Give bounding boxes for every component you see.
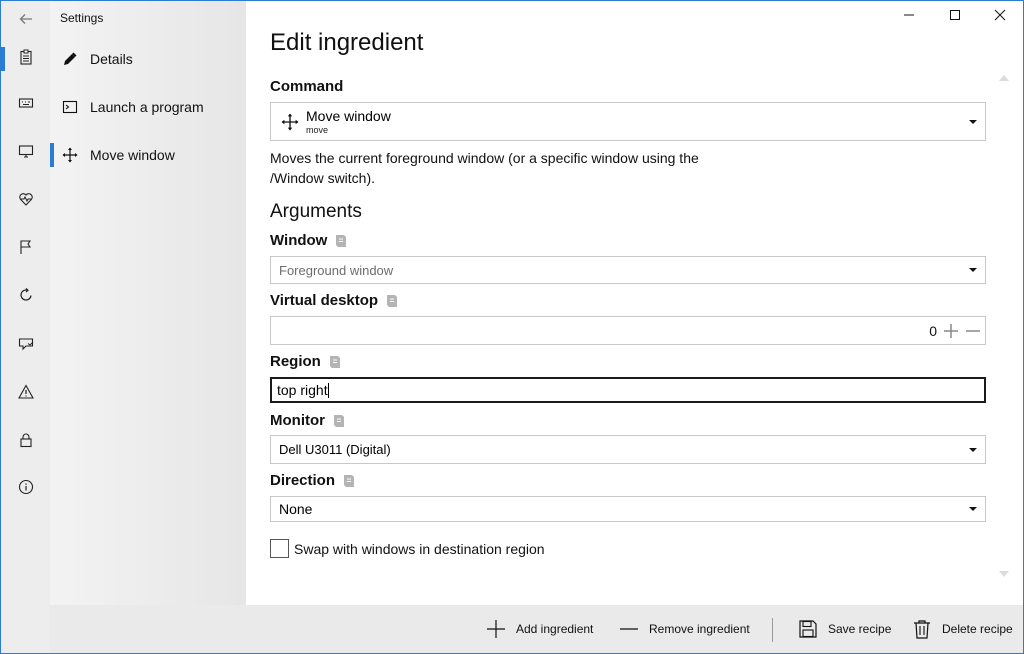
text-caret (327, 382, 329, 398)
add-ingredient-button[interactable]: Add ingredient (484, 605, 593, 653)
settings-window: Settings Details Launch a program Move w… (0, 0, 1024, 654)
region-input[interactable]: top right (270, 377, 986, 403)
save-recipe-button[interactable]: Save recipe (796, 605, 891, 653)
remove-ingredient-label: Remove ingredient (649, 622, 750, 636)
chevron-down-icon (969, 506, 977, 512)
rail-item-warning[interactable] (1, 374, 50, 414)
direction-label-text: Direction (270, 472, 336, 489)
heart-pulse-icon (18, 191, 34, 212)
monitor-dropdown[interactable]: Dell U3011 (Digital) (270, 435, 986, 464)
command-dropdown[interactable]: Move window move (270, 102, 986, 141)
command-label: Command (270, 78, 343, 95)
nav-item-launch-program[interactable]: Launch a program (50, 89, 246, 125)
monitor-label-text: Monitor (270, 412, 325, 429)
plus-icon[interactable] (943, 323, 959, 339)
chevron-down-icon (969, 447, 977, 453)
direction-value: None (279, 501, 313, 517)
move-icon (50, 147, 90, 163)
region-value: top right (277, 382, 328, 398)
nav-item-move-window[interactable]: Move window (50, 137, 246, 173)
warning-icon (17, 383, 34, 405)
virtual-desktop-value: 0 (929, 323, 937, 339)
terminal-icon (50, 99, 90, 115)
refresh-icon (18, 287, 34, 308)
command-value: Move window (306, 107, 391, 124)
trash-icon (910, 617, 934, 641)
command-subtext: move (306, 124, 329, 135)
rail-item-keyboard[interactable] (1, 85, 50, 125)
page-title: Edit ingredient (270, 29, 424, 56)
rail-item-clipboard[interactable] (1, 39, 50, 79)
content-pane: Edit ingredient Command Move window move… (246, 1, 1023, 605)
arguments-title: Arguments (270, 201, 362, 222)
rail-item-info[interactable] (1, 469, 50, 509)
command-bar: Add ingredient Remove ingredient Save re… (50, 605, 1023, 653)
command-label-text: Command (270, 78, 344, 95)
command-separator (772, 618, 773, 642)
nav-item-label: Move window (90, 147, 175, 163)
direction-label: Direction (270, 472, 357, 489)
rail-item-monitor[interactable] (1, 133, 50, 173)
clipboard-icon (18, 49, 34, 70)
minus-icon (617, 617, 641, 641)
scroll-down-button[interactable] (999, 571, 1009, 577)
delete-recipe-label: Delete recipe (942, 622, 1013, 636)
help-book-icon[interactable] (386, 294, 400, 308)
move-icon (281, 113, 299, 131)
rail-item-lock[interactable] (1, 422, 50, 462)
remove-ingredient-button[interactable]: Remove ingredient (617, 605, 750, 653)
monitor-label: Monitor (270, 412, 347, 429)
shield-chat-icon (18, 336, 34, 357)
plus-icon (484, 617, 508, 641)
save-recipe-label: Save recipe (828, 622, 892, 636)
nav-pane: Settings Details Launch a program Move w… (50, 1, 246, 605)
window-dropdown[interactable]: Foreground window (270, 256, 986, 284)
region-label: Region (270, 353, 343, 370)
chevron-down-icon (969, 119, 977, 125)
region-label-text: Region (270, 353, 321, 370)
nav-item-details[interactable]: Details (50, 41, 246, 77)
delete-recipe-button[interactable]: Delete recipe (910, 605, 1013, 653)
direction-dropdown[interactable]: None (270, 496, 986, 522)
swap-checkbox-label[interactable]: Swap with windows in destination region (294, 541, 545, 557)
virtual-desktop-stepper[interactable]: 0 (270, 316, 986, 345)
app-title: Settings (60, 11, 104, 25)
monitor-value: Dell U3011 (Digital) (279, 442, 391, 457)
window-label: Window (270, 232, 349, 249)
chevron-up-icon (999, 75, 1009, 81)
help-book-icon[interactable] (335, 234, 349, 248)
add-ingredient-label: Add ingredient (516, 622, 594, 636)
swap-checkbox[interactable] (270, 539, 289, 558)
icon-rail (1, 1, 50, 653)
help-book-icon[interactable] (329, 355, 343, 369)
info-icon (18, 479, 34, 500)
pen-icon (50, 51, 90, 67)
flag-icon (18, 239, 34, 260)
back-arrow-icon (18, 11, 34, 32)
help-book-icon[interactable] (333, 414, 347, 428)
back-button[interactable] (1, 1, 50, 41)
virtual-desktop-label-text: Virtual desktop (270, 292, 379, 309)
virtual-desktop-label: Virtual desktop (270, 292, 400, 309)
rail-item-refresh[interactable] (1, 277, 50, 317)
nav-item-label: Details (90, 51, 133, 67)
command-description: Moves the current foreground window (or … (270, 150, 699, 186)
nav-item-label: Launch a program (90, 99, 204, 115)
monitor-icon (18, 143, 34, 164)
window-placeholder: Foreground window (279, 262, 394, 278)
rail-item-flag[interactable] (1, 229, 50, 269)
rail-item-feedback[interactable] (1, 326, 50, 366)
chevron-down-icon (999, 571, 1009, 577)
lock-icon (18, 432, 34, 453)
window-label-text: Window (270, 232, 328, 249)
minus-icon[interactable] (965, 323, 981, 339)
chevron-down-icon (969, 267, 977, 273)
swap-option: Swap with windows in destination region (270, 539, 545, 558)
scroll-up-button[interactable] (999, 75, 1009, 81)
save-icon (796, 617, 820, 641)
help-book-icon[interactable] (343, 474, 357, 488)
keyboard-icon (18, 95, 34, 116)
rail-item-health[interactable] (1, 181, 50, 221)
